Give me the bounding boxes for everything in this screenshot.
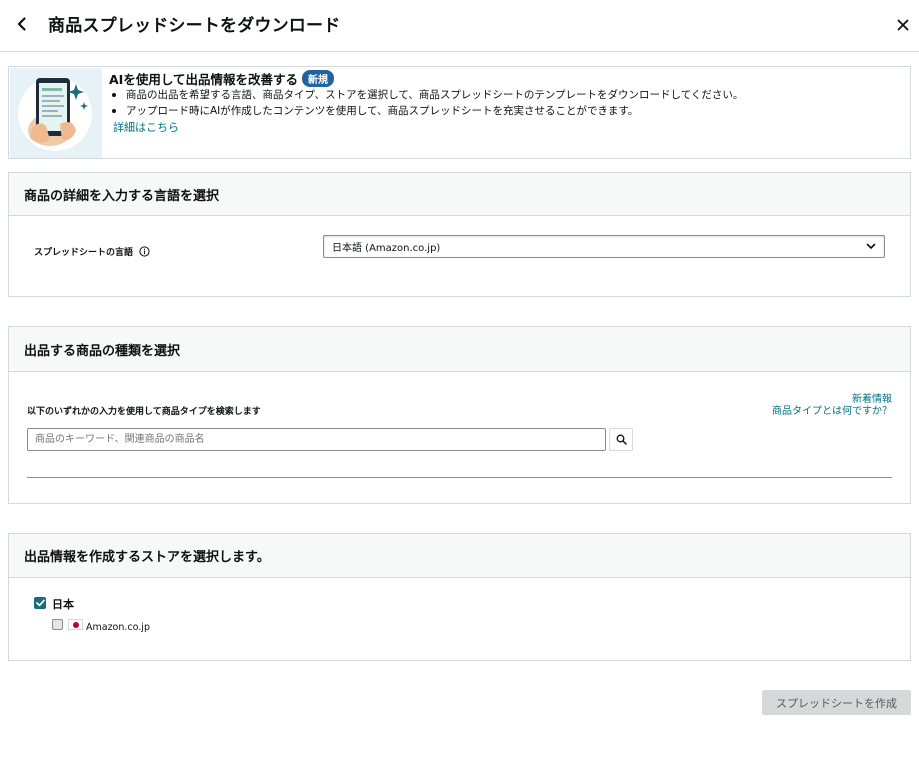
phone-with-sparkles-illustration	[10, 68, 102, 158]
create-spreadsheet-button[interactable]: スプレッドシートを作成	[762, 690, 911, 715]
chevron-left-icon	[17, 17, 26, 31]
list-item: アップロード時にAIが作成したコンテンツを使用して、商品スプレッドシートを充実さ…	[109, 103, 743, 119]
search-icon	[616, 434, 627, 445]
japan-region-label: 日本	[52, 598, 74, 611]
language-section-title: 商品の詳細を入力する言語を選択	[9, 173, 910, 216]
banner-title-text: AIを使用して出品情報を改善する	[109, 72, 298, 87]
search-button[interactable]	[609, 428, 633, 451]
spreadsheet-language-label-text: スプレッドシートの言語	[34, 248, 134, 258]
chevron-down-icon	[866, 243, 876, 249]
amazon-jp-checkbox[interactable]	[52, 619, 63, 630]
product-type-section-title: 出品する商品の種類を選択	[9, 327, 910, 372]
search-label: 以下のいずれかの入力を使用して商品タイプを検索します	[27, 407, 261, 417]
spreadsheet-language-select[interactable]: 日本語 (Amazon.co.jp)	[323, 235, 885, 258]
close-button[interactable]	[890, 12, 916, 38]
ai-info-banner: AIを使用して出品情報を改善する 新規 商品の出品を希望する言語、商品タイプ、ス…	[8, 66, 911, 159]
product-type-help-link[interactable]: 商品タイプとは何ですか？	[772, 402, 892, 417]
divider	[27, 477, 892, 478]
selected-language: 日本語 (Amazon.co.jp)	[332, 243, 441, 254]
new-badge: 新規	[301, 70, 334, 87]
checkmark-icon	[35, 599, 45, 607]
amazon-jp-label: Amazon.co.jp	[86, 622, 150, 633]
japan-flag-icon	[68, 619, 83, 630]
japan-region-checkbox[interactable]	[34, 597, 46, 609]
learn-more-link[interactable]: 詳細はこちら	[113, 119, 179, 135]
product-search-input[interactable]	[27, 428, 606, 451]
banner-title: AIを使用して出品情報を改善する 新規	[109, 69, 334, 88]
close-icon	[897, 19, 909, 31]
info-icon[interactable]	[139, 246, 150, 257]
spreadsheet-language-label: スプレッドシートの言語	[34, 245, 150, 258]
back-button[interactable]	[10, 12, 34, 36]
list-item: 商品の出品を希望する言語、商品タイプ、ストアを選択して、商品スプレッドシートのテ…	[109, 87, 743, 103]
page-title: 商品スプレッドシートをダウンロード	[48, 16, 341, 36]
banner-bullet-list: 商品の出品を希望する言語、商品タイプ、ストアを選択して、商品スプレッドシートのテ…	[109, 87, 743, 119]
store-section-title: 出品情報を作成するストアを選択します。	[9, 534, 910, 578]
store-section: 出品情報を作成するストアを選択します。	[8, 533, 911, 661]
